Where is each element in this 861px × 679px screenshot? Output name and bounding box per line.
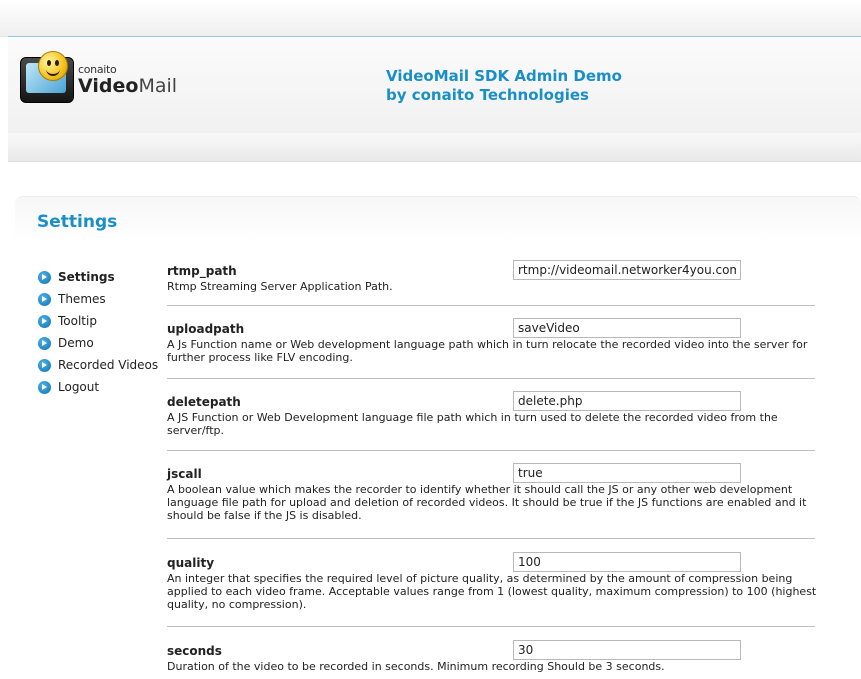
arrow-right-icon [38,292,51,306]
divider [167,538,815,539]
nav-item-label: Tooltip [58,314,97,328]
divider [167,378,815,379]
nav-item-logout[interactable]: Logout [38,376,158,398]
nav-item-tooltip[interactable]: Tooltip [38,310,158,332]
arrow-right-icon [38,358,51,372]
arrow-right-icon [38,270,51,284]
arrow-right-icon [38,314,51,328]
divider [167,450,815,451]
header-title-line2: by conaito Technologies [386,86,589,104]
setting-seconds: seconds Duration of the video to be reco… [167,640,821,673]
nav-item-recorded-videos[interactable]: Recorded Videos [38,354,158,376]
setting-description: An integer that specifies the required l… [167,572,817,611]
nav-item-settings[interactable]: Settings [38,266,158,288]
setting-description: A JS Function or Web Development languag… [167,411,778,437]
nav-item-themes[interactable]: Themes [38,288,158,310]
setting-description: A Js Function name or Web development la… [167,338,808,364]
nav-item-label: Settings [58,270,115,284]
panel-title: Settings [37,212,118,232]
arrow-right-icon [38,336,51,350]
sub-bar [8,133,861,162]
rtmp-path-input[interactable] [513,260,741,280]
seconds-input[interactable] [513,640,741,660]
sidebar-nav: Settings Themes Tooltip Demo Recorded Vi… [38,266,158,398]
header-title-line1: VideoMail SDK Admin Demo [386,67,622,85]
setting-quality: quality An integer that specifies the re… [167,552,821,611]
videomail-logo: conaito VideoMail [20,51,180,113]
top-strip [0,0,861,37]
nav-item-label: Logout [58,380,100,394]
header-title: VideoMail SDK Admin Demo by conaito Tech… [386,67,622,105]
quality-input[interactable] [513,552,741,572]
setting-description: Duration of the video to be recorded in … [167,660,665,673]
setting-rtmp-path: rtmp_path Rtmp Streaming Server Applicat… [167,260,821,293]
logo-brand-big: VideoMail [78,75,178,97]
setting-description: Rtmp Streaming Server Application Path. [167,280,393,293]
setting-deletepath: deletepath A JS Function or Web Developm… [167,391,821,437]
setting-description: A boolean value which makes the recorder… [167,483,807,522]
jscall-input[interactable] [513,463,741,483]
deletepath-input[interactable] [513,391,741,411]
nav-item-label: Themes [58,292,106,306]
setting-jscall: jscall A boolean value which makes the r… [167,463,821,522]
uploadpath-input[interactable] [513,318,741,338]
arrow-right-icon [38,380,51,394]
nav-item-label: Recorded Videos [58,358,159,372]
panel-header: Settings [15,196,861,243]
divider [167,305,815,306]
setting-uploadpath: uploadpath A Js Function name or Web dev… [167,318,821,364]
divider [167,626,815,627]
smiley-icon [38,51,68,81]
nav-item-demo[interactable]: Demo [38,332,158,354]
header: conaito VideoMail VideoMail SDK Admin De… [8,36,861,134]
nav-item-label: Demo [58,336,94,350]
